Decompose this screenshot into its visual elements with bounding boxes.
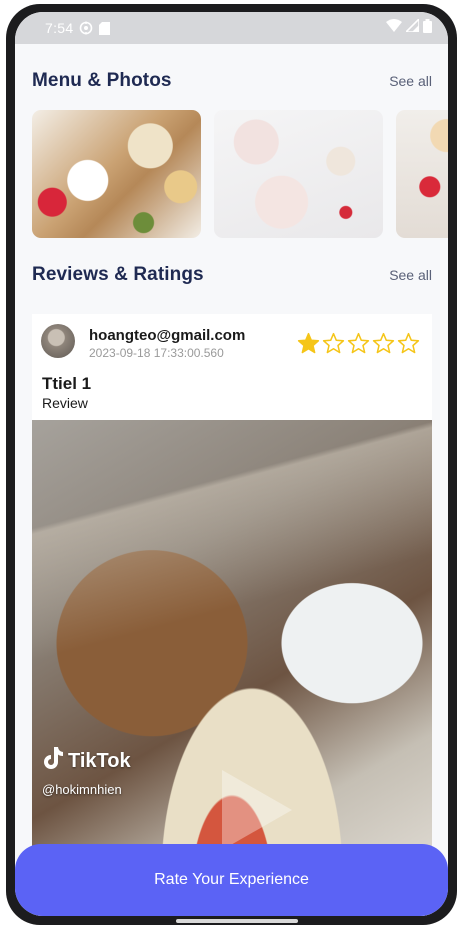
review-title: Ttiel 1: [42, 374, 92, 393]
play-icon[interactable]: [222, 770, 292, 850]
review-text: Review: [42, 395, 88, 411]
menu-photos-see-all-link[interactable]: See all: [389, 73, 432, 89]
tiktok-icon: [42, 746, 64, 776]
review-card[interactable]: hoangteo@gmail.com 2023-09-18 17:33:00.5…: [32, 314, 432, 916]
app-screen: 7:54 Menu & Photos See all Reviews & Rat…: [15, 12, 448, 916]
reviewer-email: hoangteo@gmail.com: [89, 327, 246, 344]
vpn-icon: [79, 21, 93, 35]
menu-photo[interactable]: [214, 110, 383, 238]
menu-photo[interactable]: [32, 110, 201, 238]
device-frame: 7:54 Menu & Photos See all Reviews & Rat…: [6, 4, 457, 925]
star-outline-icon: [372, 332, 395, 355]
tiktok-watermark: TikTok: [42, 746, 131, 776]
signal-icon: [404, 17, 420, 37]
battery-icon: [423, 18, 432, 38]
reviews-header: Reviews & Ratings See all: [32, 264, 432, 286]
wifi-icon: [386, 19, 402, 37]
menu-photos-carousel[interactable]: [32, 110, 448, 238]
star-outline-icon: [322, 332, 345, 355]
star-outline-icon: [347, 332, 370, 355]
tiktok-handle: @hokimnhien: [42, 782, 122, 797]
status-bar: 7:54: [15, 12, 448, 44]
status-time: 7:54: [45, 20, 74, 36]
menu-photo[interactable]: [396, 110, 448, 238]
menu-photos-header: Menu & Photos See all: [32, 70, 432, 92]
avatar: [41, 324, 75, 358]
sd-card-icon: [99, 21, 111, 35]
star-outline-icon: [397, 332, 420, 355]
home-indicator[interactable]: [176, 919, 298, 923]
rating-stars: [297, 332, 420, 355]
status-right-icons: [386, 17, 432, 38]
reviews-see-all-link[interactable]: See all: [389, 267, 432, 283]
tiktok-label: TikTok: [68, 749, 131, 772]
star-filled-icon: [297, 332, 320, 355]
review-video[interactable]: TikTok @hokimnhien: [32, 420, 432, 916]
review-date: 2023-09-18 17:33:00.560: [89, 346, 224, 360]
reviews-title: Reviews & Ratings: [32, 264, 204, 285]
rate-experience-button[interactable]: Rate Your Experience: [15, 844, 448, 916]
menu-photos-title: Menu & Photos: [32, 70, 172, 91]
